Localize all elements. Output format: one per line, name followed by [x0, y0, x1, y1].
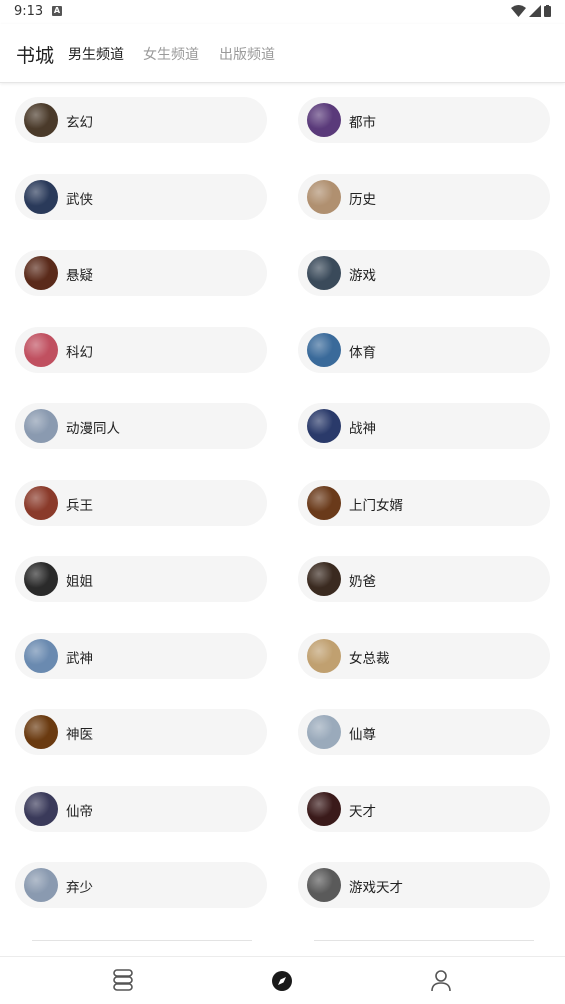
status-bar: 9:13 A — [0, 0, 565, 24]
category-item[interactable]: 游戏 — [298, 250, 550, 296]
category-cover-image — [307, 409, 341, 443]
category-cover-image — [307, 638, 341, 673]
category-label: 武神 — [66, 650, 93, 667]
top-app-bar: 书城 男生频道 女生频道 出版频道 — [0, 24, 565, 83]
category-cover-image — [307, 562, 341, 596]
category-label: 战神 — [349, 421, 376, 437]
category-label: 科幻 — [66, 344, 93, 361]
category-item[interactable]: 武侠 — [15, 173, 267, 220]
category-item[interactable]: 历史 — [298, 173, 550, 220]
category-item[interactable]: 悬疑 — [15, 250, 267, 296]
category-cover-image — [24, 409, 58, 443]
category-label: 天才 — [349, 803, 376, 820]
category-label: 武侠 — [66, 191, 93, 208]
category-label: 仙帝 — [66, 803, 93, 820]
category-label: 姐姐 — [66, 574, 93, 590]
compass-icon[interactable] — [270, 967, 294, 993]
category-item[interactable]: 武神 — [15, 632, 267, 679]
category-label: 奶爸 — [349, 574, 376, 590]
category-item[interactable]: 动漫同人 — [15, 403, 267, 449]
category-label: 女总裁 — [349, 650, 390, 667]
category-cover-image — [307, 715, 341, 749]
tab-female-channel[interactable]: 女生频道 — [143, 44, 199, 64]
category-cover-image — [24, 332, 58, 367]
profile-icon[interactable] — [429, 967, 453, 993]
category-item[interactable]: 女总裁 — [298, 632, 550, 679]
category-label: 都市 — [349, 115, 376, 131]
category-label: 悬疑 — [66, 268, 93, 284]
category-label: 游戏天才 — [349, 880, 403, 896]
category-cover-image — [24, 562, 58, 596]
category-item[interactable]: 弃少 — [15, 862, 267, 908]
category-cover-image — [24, 485, 58, 520]
category-label: 弃少 — [66, 880, 93, 896]
category-cover-image — [24, 103, 58, 137]
next-row-edge-left — [32, 940, 252, 941]
category-item[interactable]: 仙尊 — [298, 709, 550, 755]
category-cover-image — [24, 256, 58, 290]
bookshelf-icon[interactable] — [111, 967, 135, 993]
category-item[interactable]: 奶爸 — [298, 556, 550, 602]
tab-publishing-channel[interactable]: 出版频道 — [219, 44, 275, 64]
category-cover-image — [24, 638, 58, 673]
next-row-edge-right — [314, 940, 534, 941]
wifi-icon — [511, 5, 526, 17]
category-label: 游戏 — [349, 268, 376, 284]
category-label: 玄幻 — [66, 115, 93, 131]
category-label: 兵王 — [66, 497, 93, 514]
a-notification-icon: A — [52, 6, 62, 16]
category-cover-image — [307, 485, 341, 520]
category-cover-image — [307, 256, 341, 290]
category-item[interactable]: 上门女婿 — [298, 479, 550, 526]
category-item[interactable]: 姐姐 — [15, 556, 267, 602]
category-item[interactable]: 神医 — [15, 709, 267, 755]
category-label: 神医 — [66, 727, 93, 743]
category-cover-image — [307, 103, 341, 137]
category-label: 仙尊 — [349, 727, 376, 743]
bottom-navigation — [0, 956, 565, 1004]
category-item[interactable]: 仙帝 — [15, 785, 267, 832]
category-item[interactable]: 游戏天才 — [298, 862, 550, 908]
category-cover-image — [24, 179, 58, 214]
category-cover-image — [307, 179, 341, 214]
category-item[interactable]: 兵王 — [15, 479, 267, 526]
category-item[interactable]: 战神 — [298, 403, 550, 449]
category-item[interactable]: 体育 — [298, 326, 550, 373]
category-cover-image — [307, 791, 341, 826]
category-cover-image — [24, 715, 58, 749]
category-cover-image — [307, 868, 341, 902]
category-label: 体育 — [349, 344, 376, 361]
category-item[interactable]: 天才 — [298, 785, 550, 832]
category-cover-image — [24, 791, 58, 826]
category-cover-image — [24, 868, 58, 902]
battery-icon — [544, 5, 551, 17]
category-label: 动漫同人 — [66, 421, 120, 437]
status-icons — [511, 5, 551, 17]
status-time: 9:13 — [14, 4, 44, 19]
category-cover-image — [307, 332, 341, 367]
category-item[interactable]: 玄幻 — [15, 97, 267, 143]
category-item[interactable]: 都市 — [298, 97, 550, 143]
category-item[interactable]: 科幻 — [15, 326, 267, 373]
category-label: 历史 — [349, 191, 376, 208]
page-title: 书城 — [16, 45, 55, 67]
category-label: 上门女婿 — [349, 497, 403, 514]
tab-male-channel[interactable]: 男生频道 — [68, 44, 124, 64]
signal-icon — [529, 5, 541, 17]
